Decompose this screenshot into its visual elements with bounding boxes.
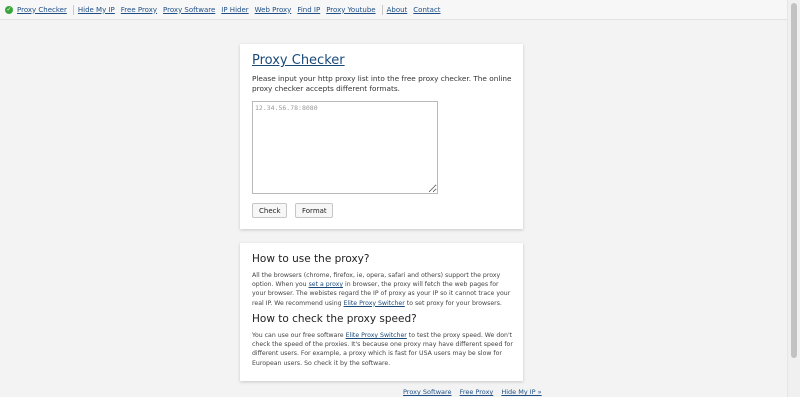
paragraph-text: to set proxy for your browsers.	[404, 299, 502, 307]
nav-divider	[381, 4, 383, 15]
nav-free-proxy[interactable]: Free Proxy	[121, 6, 157, 14]
nav-ip-hider[interactable]: IP Hider	[221, 6, 248, 14]
proxy-list-input[interactable]	[252, 101, 438, 194]
format-button[interactable]: Format	[295, 203, 333, 218]
elite-proxy-switcher-link[interactable]: Elite Proxy Switcher	[346, 332, 407, 339]
top-nav: ✓ Proxy Checker Hide My IP Free Proxy Pr…	[0, 0, 788, 20]
nav-find-ip[interactable]: Find IP	[297, 6, 320, 14]
how-to-use-heading: How to use the proxy?	[252, 253, 370, 265]
checker-description: Please input your http proxy list into t…	[252, 74, 512, 93]
set-a-proxy-link[interactable]: set a proxy	[309, 281, 343, 288]
check-button[interactable]: Check	[252, 203, 287, 218]
nav-web-proxy[interactable]: Web Proxy	[255, 6, 292, 14]
nav-proxy-youtube[interactable]: Proxy Youtube	[326, 6, 375, 14]
footer-proxy-software[interactable]: Proxy Software	[403, 388, 452, 396]
proxy-checker-card: Proxy Checker Please input your http pro…	[240, 44, 523, 229]
how-to-check-speed-heading: How to check the proxy speed?	[252, 313, 417, 325]
elite-proxy-switcher-link[interactable]: Elite Proxy Switcher	[344, 300, 405, 307]
nav-contact[interactable]: Contact	[413, 6, 440, 14]
check-logo-icon: ✓	[5, 5, 13, 14]
info-card: How to use the proxy? All the browsers (…	[240, 243, 523, 381]
page-title[interactable]: Proxy Checker	[252, 53, 345, 68]
footer-free-proxy[interactable]: Free Proxy	[460, 388, 494, 396]
how-to-use-paragraph: All the browsers (chrome, firefox, ie, o…	[252, 271, 514, 308]
nav-proxy-checker[interactable]: Proxy Checker	[17, 6, 67, 14]
nav-proxy-software[interactable]: Proxy Software	[163, 6, 215, 14]
nav-hide-my-ip[interactable]: Hide My IP	[78, 6, 115, 14]
paragraph-text: You can use our free software	[252, 332, 346, 339]
how-to-check-speed-paragraph: You can use our free software Elite Prox…	[252, 331, 514, 368]
scrollbar-thumb[interactable]	[791, 3, 797, 358]
vertical-scrollbar[interactable]	[787, 0, 800, 397]
nav-divider	[72, 4, 74, 15]
footer-hide-my-ip[interactable]: Hide My IP »	[501, 388, 541, 396]
nav-about[interactable]: About	[387, 6, 408, 14]
footer-links: Proxy Software Free Proxy Hide My IP »	[403, 388, 548, 396]
